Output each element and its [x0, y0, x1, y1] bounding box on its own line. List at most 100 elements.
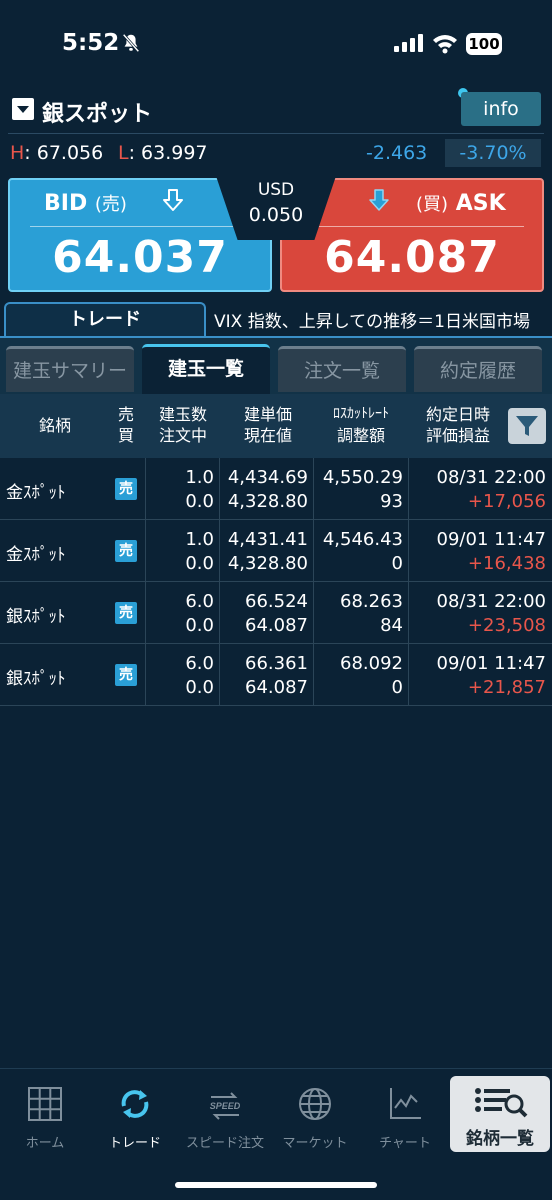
news-ticker[interactable]: VIX 指数、上昇しての推移＝1日米国市場 — [214, 307, 530, 332]
bid-price: 64.037 — [52, 232, 228, 283]
price-change: -2.463 — [366, 142, 428, 164]
high-label: H — [10, 142, 25, 164]
row-datetime: 09/01 11:47 — [436, 653, 546, 674]
row-profit-loss: +16,438 — [467, 553, 546, 574]
row-symbol: 銀ｽﾎﾟｯﾄ — [6, 669, 66, 689]
spread-currency: USD — [257, 180, 295, 200]
nav-speed-label: スピード注文 — [185, 1136, 264, 1151]
low-label: L — [118, 142, 129, 164]
side-badge: 売 — [115, 602, 137, 624]
row-datetime: 08/31 22:00 — [436, 591, 546, 612]
row-pending: 0.0 — [185, 677, 214, 698]
row-losscut-rate: 4,546.43 — [322, 529, 403, 550]
bid-divider — [30, 226, 252, 227]
row-profit-loss: +17,056 — [467, 491, 546, 512]
nav-speed-order[interactable]: SPEED スピード注文 — [180, 1084, 270, 1151]
symbol-title[interactable]: 銀スポット — [42, 96, 152, 128]
row-symbol: 金ｽﾎﾟｯﾄ — [6, 545, 66, 565]
row-symbol: 銀ｽﾎﾟｯﾄ — [6, 607, 66, 627]
symbol-dropdown-icon[interactable] — [12, 98, 34, 120]
table-row[interactable]: 金ｽﾎﾟｯﾄ 売 1.0 0.0 4,431.41 4,328.80 4,546.43 0 09… — [0, 520, 552, 582]
row-profit-loss: +21,857 — [467, 677, 546, 698]
ask-divider — [302, 226, 524, 227]
row-current-price: 64.087 — [245, 677, 308, 698]
price-change-percent: -3.70% — [445, 139, 541, 167]
nav-market[interactable]: マーケット — [270, 1084, 360, 1151]
side-badge: 売 — [115, 540, 137, 562]
status-bar: 5:52 100 — [0, 0, 552, 90]
nav-home[interactable]: ホーム — [0, 1084, 90, 1151]
col-price: 建単価 現在値 — [243, 405, 292, 445]
tab-order-list[interactable]: 注文一覧 — [278, 346, 406, 392]
table-row[interactable]: 銀ｽﾎﾟｯﾄ 売 6.0 0.0 66.361 64.087 68.092 0 09/01 11… — [0, 644, 552, 706]
row-quantity: 1.0 — [185, 529, 214, 550]
nav-chart-label: チャート — [379, 1136, 431, 1151]
row-adjustment: 84 — [380, 615, 403, 636]
low-price: L: 63.997 — [118, 142, 208, 164]
table-row[interactable]: 金ｽﾎﾟｯﾄ 売 1.0 0.0 4,434.69 4,328.80 4,550.29 93 0… — [0, 458, 552, 520]
high-value: : 67.056 — [24, 142, 104, 164]
nav-market-label: マーケット — [282, 1136, 348, 1151]
globe-icon — [299, 1088, 331, 1120]
filter-button[interactable] — [508, 408, 546, 444]
row-quantity: 6.0 — [185, 653, 214, 674]
row-profit-loss: +23,508 — [467, 615, 546, 636]
row-entry-price: 4,431.41 — [227, 529, 308, 550]
side-badge: 売 — [115, 478, 137, 500]
col-losscut: ﾛｽｶｯﾄﾚｰﾄ 調整額 — [333, 406, 389, 445]
nav-home-label: ホーム — [25, 1136, 65, 1151]
bell-muted-icon — [122, 33, 140, 53]
tab-position-list[interactable]: 建玉一覧 — [142, 344, 270, 394]
nav-positions-label: 銘柄一覧 — [466, 1129, 534, 1149]
row-losscut-rate: 68.092 — [340, 653, 403, 674]
refresh-arrows-icon — [121, 1090, 149, 1118]
subtab-bar: 建玉サマリー 建玉一覧 注文一覧 約定履歴 — [0, 338, 552, 394]
speed-icon: SPEED — [210, 1092, 241, 1120]
tab-position-summary[interactable]: 建玉サマリー — [6, 346, 134, 392]
row-pending: 0.0 — [185, 615, 214, 636]
tab-execution-history[interactable]: 約定履歴 — [414, 346, 542, 392]
row-current-price: 4,328.80 — [227, 491, 308, 512]
arrow-down-icon — [369, 189, 389, 211]
row-entry-price: 4,434.69 — [227, 467, 308, 488]
row-datetime: 09/01 11:47 — [436, 529, 546, 550]
row-pending: 0.0 — [185, 491, 214, 512]
col-side: 売買 — [117, 405, 134, 445]
bid-label: BID (売) — [44, 191, 127, 216]
wifi-icon — [433, 35, 457, 54]
table-header: 銘柄 売買 建玉数 注文中 建単価 現在値 ﾛｽｶｯﾄﾚｰﾄ 調整額 約定日時 評価損益 — [0, 394, 552, 458]
info-button[interactable]: info — [461, 92, 541, 126]
row-adjustment: 0 — [391, 553, 403, 574]
side-badge: 売 — [115, 664, 137, 686]
col-datetime: 約定日時 評価損益 — [425, 405, 490, 445]
col-quantity: 建玉数 注文中 — [158, 405, 207, 445]
row-losscut-rate: 68.263 — [340, 591, 403, 612]
row-symbol: 金ｽﾎﾟｯﾄ — [6, 483, 66, 503]
nav-positions[interactable]: 銘柄一覧 — [450, 1076, 550, 1152]
svg-text:SPEED: SPEED — [210, 1101, 241, 1111]
header-divider — [8, 133, 544, 134]
row-current-price: 64.087 — [245, 615, 308, 636]
row-quantity: 1.0 — [185, 467, 214, 488]
arrow-down-outline-icon — [163, 189, 183, 211]
row-losscut-rate: 4,550.29 — [322, 467, 403, 488]
home-indicator — [175, 1182, 377, 1188]
filter-icon — [516, 416, 538, 436]
nav-trade-label: トレード — [108, 1136, 161, 1151]
row-entry-price: 66.361 — [245, 653, 308, 674]
battery-indicator: 100 — [466, 33, 502, 55]
nav-chart[interactable]: チャート — [360, 1084, 450, 1151]
ask-price: 64.087 — [324, 232, 500, 283]
chart-icon — [390, 1088, 421, 1119]
tab-trade[interactable]: トレード — [4, 302, 206, 336]
row-quantity: 6.0 — [185, 591, 214, 612]
col-symbol: 銘柄 — [38, 416, 71, 435]
row-datetime: 08/31 22:00 — [436, 467, 546, 488]
nav-trade[interactable]: トレード — [90, 1084, 180, 1151]
row-current-price: 4,328.80 — [227, 553, 308, 574]
table-row[interactable]: 銀ｽﾎﾟｯﾄ 売 6.0 0.0 66.524 64.087 68.263 84 08/31 2… — [0, 582, 552, 644]
high-price: H: 67.056 — [10, 142, 103, 164]
row-pending: 0.0 — [185, 553, 214, 574]
low-value: : 63.997 — [128, 142, 208, 164]
signal-icon — [394, 34, 423, 52]
